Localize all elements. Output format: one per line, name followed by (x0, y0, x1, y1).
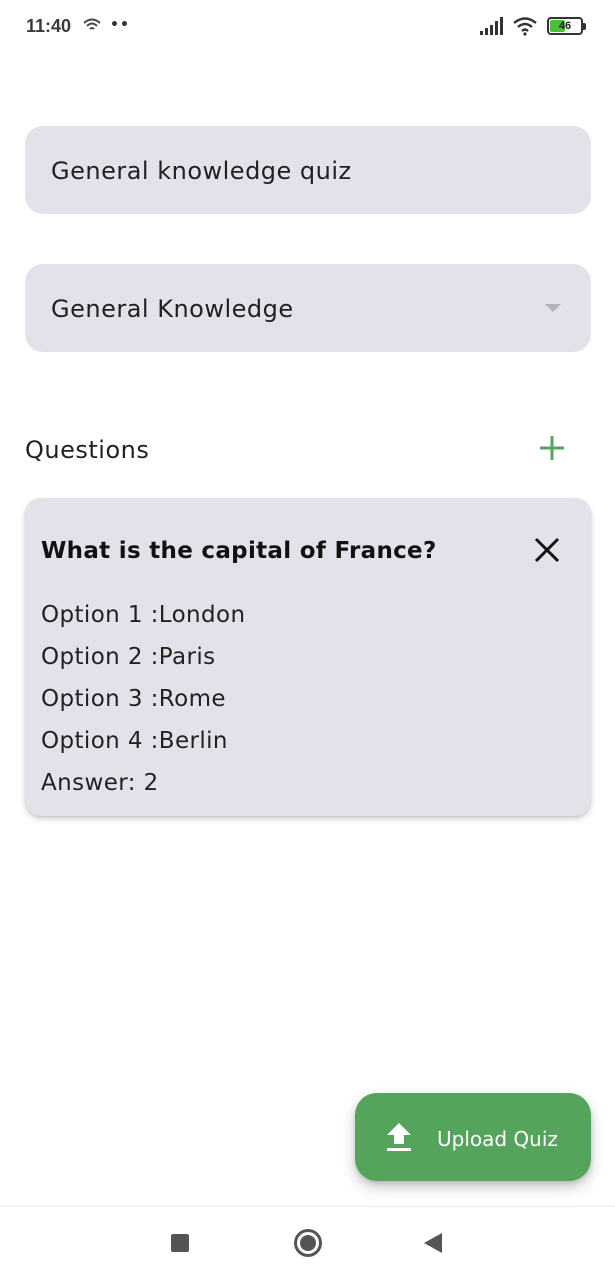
quiz-title-input[interactable]: General knowledge quiz (25, 126, 591, 214)
battery-level: 46 (558, 20, 572, 32)
upload-quiz-button[interactable]: Upload Quiz (355, 1093, 591, 1181)
dropdown-arrow-icon (545, 304, 561, 312)
status-bar: 11:40 •• 46 (0, 0, 615, 54)
add-question-button[interactable] (532, 428, 572, 468)
option-1: Option 1 :London (41, 602, 246, 628)
quiz-title-value: General knowledge quiz (51, 157, 352, 185)
status-right-icons: 46 (479, 16, 586, 36)
upload-quiz-label: Upload Quiz (437, 1127, 558, 1151)
back-icon[interactable] (424, 1233, 442, 1253)
wifi-icon (513, 17, 537, 36)
option-3: Option 3 :Rome (41, 686, 226, 712)
questions-label: Questions (25, 436, 150, 464)
category-selected: General Knowledge (51, 295, 294, 323)
more-dots-icon: •• (110, 17, 130, 33)
wifi-icon (83, 18, 101, 30)
status-left-icons: •• (82, 17, 130, 33)
signal-icon (480, 17, 503, 35)
question-card: What is the capital of France? Option 1 … (25, 498, 591, 816)
home-icon[interactable] (294, 1229, 322, 1257)
app-screen: 11:40 •• 46 General knowledge quiz Gener… (0, 0, 615, 1280)
status-time: 11:40 (26, 16, 72, 36)
plus-icon (540, 436, 564, 460)
upload-icon (387, 1123, 411, 1151)
option-4: Option 4 :Berlin (41, 728, 228, 754)
answer-text: Answer: 2 (41, 770, 159, 796)
option-2: Option 2 :Paris (41, 644, 216, 670)
category-dropdown[interactable]: General Knowledge (25, 264, 591, 352)
nav-divider (0, 1206, 615, 1207)
close-icon (534, 537, 560, 563)
remove-question-button[interactable] (531, 534, 563, 566)
recent-apps-icon[interactable] (171, 1234, 189, 1252)
battery-icon: 46 (547, 17, 586, 35)
question-text: What is the capital of France? (41, 538, 437, 564)
